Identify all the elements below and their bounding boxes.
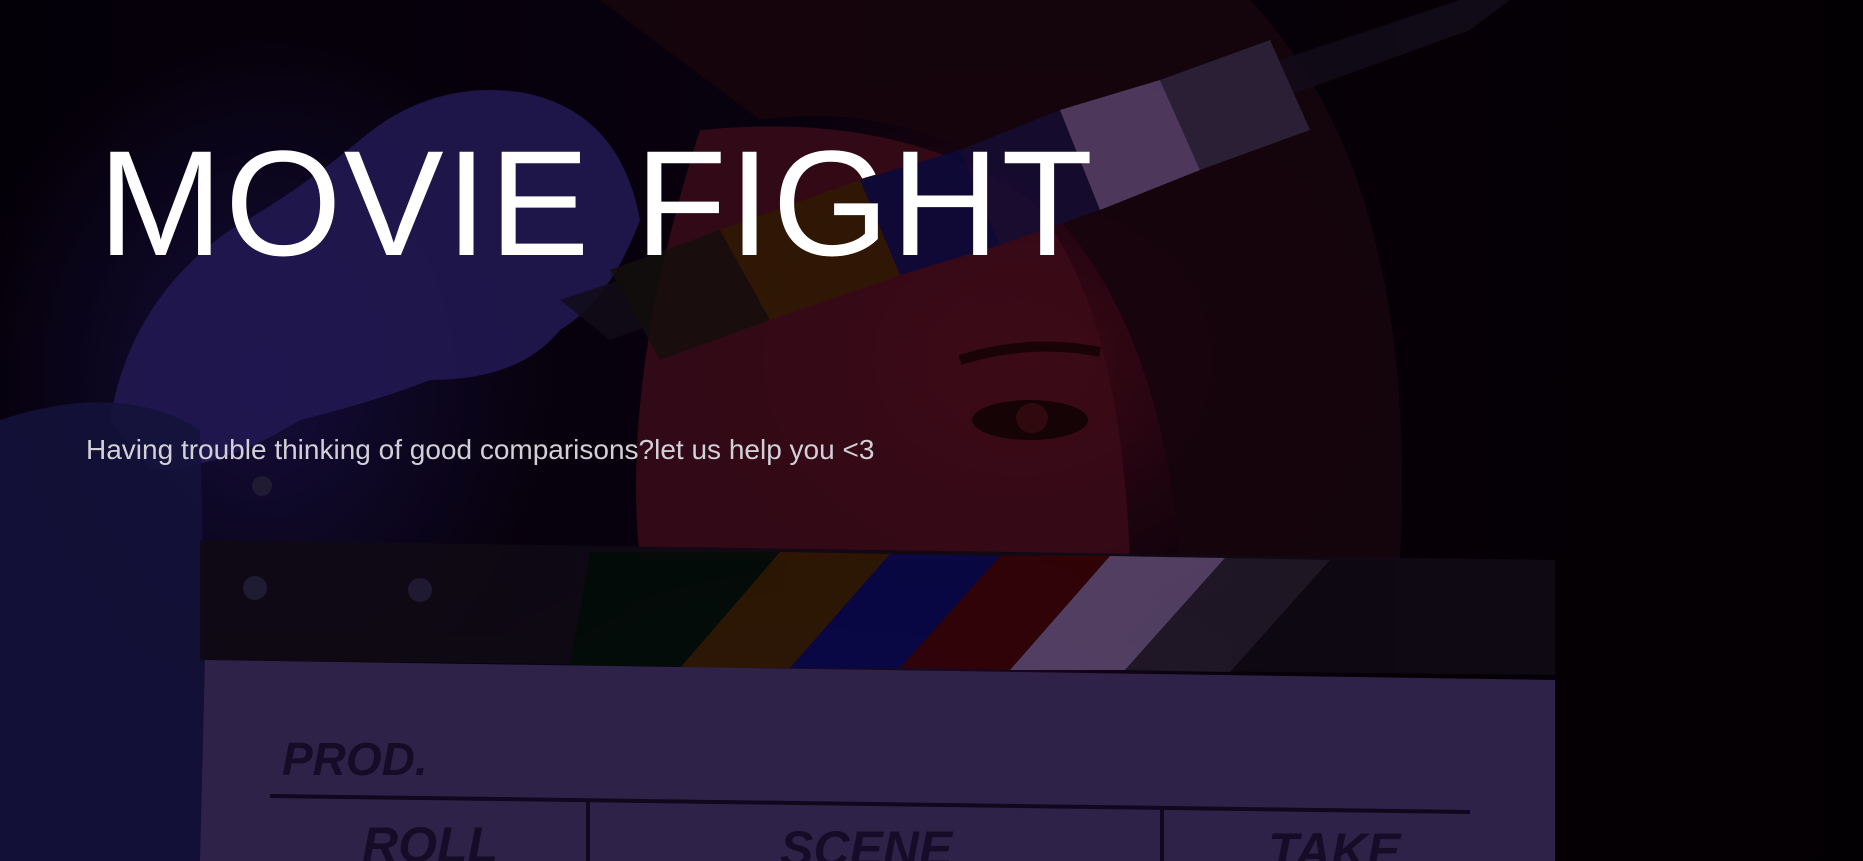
page-title: MOVIE FIGHT [98, 119, 1095, 287]
hero-tagline: Having trouble thinking of good comparis… [86, 434, 875, 465]
hero-section: PROD. ROLL SCENE TAKE MOVIE FIGHT Having… [0, 0, 1863, 861]
